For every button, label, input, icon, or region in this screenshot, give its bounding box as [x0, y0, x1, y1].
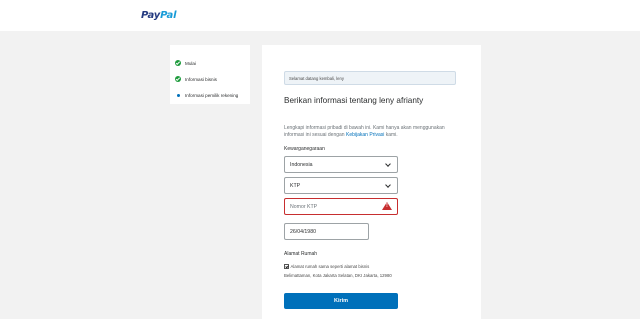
- intro-suffix: kami.: [384, 132, 398, 138]
- chevron-down-icon: [385, 161, 391, 167]
- step-mulai: Mulai: [170, 55, 250, 71]
- logo-pay: Pay: [141, 10, 161, 21]
- nationality-label: Kewarganegaraan: [284, 146, 325, 152]
- same-address-checkbox[interactable]: [284, 264, 289, 269]
- privacy-policy-link[interactable]: Kebijakan Privasi: [346, 132, 384, 138]
- intro-text: Lengkapi informasi pribadi di bawah ini.…: [284, 125, 460, 139]
- address-label: Alamat Rumah: [284, 251, 318, 257]
- page-title: Berikan informasi tentang leny afrianty: [284, 96, 424, 105]
- welcome-banner: Selamat datang kembali, leny: [284, 71, 456, 85]
- id-type-value: KTP: [290, 183, 301, 189]
- step-label: Informasi bisnis: [185, 76, 217, 82]
- birth-date-value: 26/04/1980: [290, 229, 316, 235]
- top-bar: PayPal: [0, 0, 640, 31]
- same-address-checkbox-row[interactable]: Alamat rumah sama seperti alamat bisnis: [284, 264, 369, 269]
- id-number-input[interactable]: Nomor KTP !: [284, 198, 398, 215]
- step-label: Mulai: [185, 60, 196, 66]
- warning-exclamation: !: [386, 203, 388, 209]
- nationality-select[interactable]: Indonesia: [284, 156, 398, 173]
- check-icon: [175, 76, 181, 82]
- nationality-value: Indonesia: [290, 162, 313, 168]
- birth-date-input[interactable]: 26/04/1980: [284, 223, 369, 240]
- chevron-down-icon: [385, 182, 391, 188]
- id-type-select[interactable]: KTP: [284, 177, 398, 194]
- check-icon: [175, 60, 181, 66]
- step-business-info: Informasi bisnis: [170, 71, 250, 87]
- logo-pal: Pal: [160, 10, 177, 21]
- step-label: Informasi pemilik rekening: [185, 92, 239, 98]
- progress-steps: Mulai Informasi bisnis Informasi pemilik…: [170, 45, 250, 104]
- id-number-placeholder: Nomor KTP: [290, 204, 318, 210]
- address-text: Belimattaman, Kota Jakarta Selatan, DKI …: [284, 273, 392, 278]
- same-address-label: Alamat rumah sama seperti alamat bisnis: [290, 264, 370, 269]
- submit-button[interactable]: Kirim: [284, 293, 398, 309]
- paypal-logo[interactable]: PayPal: [141, 10, 177, 21]
- step-owner-info: Informasi pemilik rekening: [170, 87, 250, 103]
- current-step-dot-icon: [176, 93, 180, 97]
